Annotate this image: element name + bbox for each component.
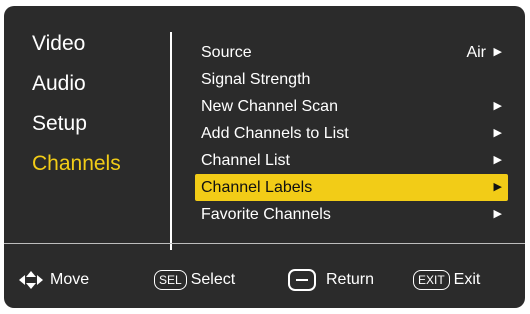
minus-button-icon <box>288 269 316 291</box>
submenu-item-label: New Channel Scan <box>201 98 338 115</box>
arrow-right-icon: ▶ <box>493 46 502 58</box>
submenu-item-add-channels-to-list[interactable]: Add Channels to List ▶ <box>195 120 508 147</box>
submenu-item-label: Channel List <box>201 152 290 169</box>
submenu-item-channel-labels[interactable]: Channel Labels ▶ <box>195 174 508 201</box>
submenu-item-label: Source <box>201 44 252 61</box>
sidebar-item-setup[interactable]: Setup <box>32 112 121 152</box>
submenu-item-label: Add Channels to List <box>201 125 349 142</box>
help-move: Move <box>18 266 89 294</box>
footer-divider <box>4 243 525 244</box>
help-return: Return <box>288 266 374 294</box>
tv-osd-menu: Video Audio Setup Channels Source Air ▶ … <box>4 6 525 308</box>
submenu-item-source[interactable]: Source Air ▶ <box>195 39 508 66</box>
dpad-icon <box>18 270 44 290</box>
sidebar-item-channels[interactable]: Channels <box>32 152 121 192</box>
exit-key-icon: EXIT <box>413 270 450 290</box>
submenu-item-channel-list[interactable]: Channel List ▶ <box>195 147 508 174</box>
help-select-label: Select <box>190 271 236 288</box>
arrow-right-icon: ▶ <box>493 154 502 166</box>
help-select: SEL Select <box>154 266 235 294</box>
arrow-right-icon: ▶ <box>493 127 502 139</box>
submenu-item-signal-strength[interactable]: Signal Strength <box>195 66 508 93</box>
sel-key-icon: SEL <box>154 270 187 290</box>
arrow-right-icon: ▶ <box>493 181 502 193</box>
submenu-item-label: Favorite Channels <box>201 206 331 223</box>
vertical-divider <box>170 32 172 250</box>
help-return-label: Return <box>326 271 375 288</box>
help-move-label: Move <box>50 271 90 288</box>
submenu-item-favorite-channels[interactable]: Favorite Channels ▶ <box>195 201 508 228</box>
submenu-item-new-channel-scan[interactable]: New Channel Scan ▶ <box>195 93 508 120</box>
sidebar-item-audio[interactable]: Audio <box>32 72 121 112</box>
submenu-item-label: Signal Strength <box>201 71 311 88</box>
help-exit: EXIT Exit <box>413 266 480 294</box>
arrow-right-icon: ▶ <box>493 100 502 112</box>
main-menu-sidebar: Video Audio Setup Channels <box>32 32 121 192</box>
sidebar-item-video[interactable]: Video <box>32 32 121 72</box>
submenu-item-label: Channel Labels <box>201 179 313 196</box>
button-help-bar: Move SEL Select Return EXIT Exit <box>4 266 525 296</box>
arrow-right-icon: ▶ <box>493 208 502 220</box>
source-value: Air <box>466 44 486 61</box>
channels-submenu: Source Air ▶ Signal Strength New Channel… <box>195 39 508 228</box>
help-exit-label: Exit <box>453 271 481 288</box>
